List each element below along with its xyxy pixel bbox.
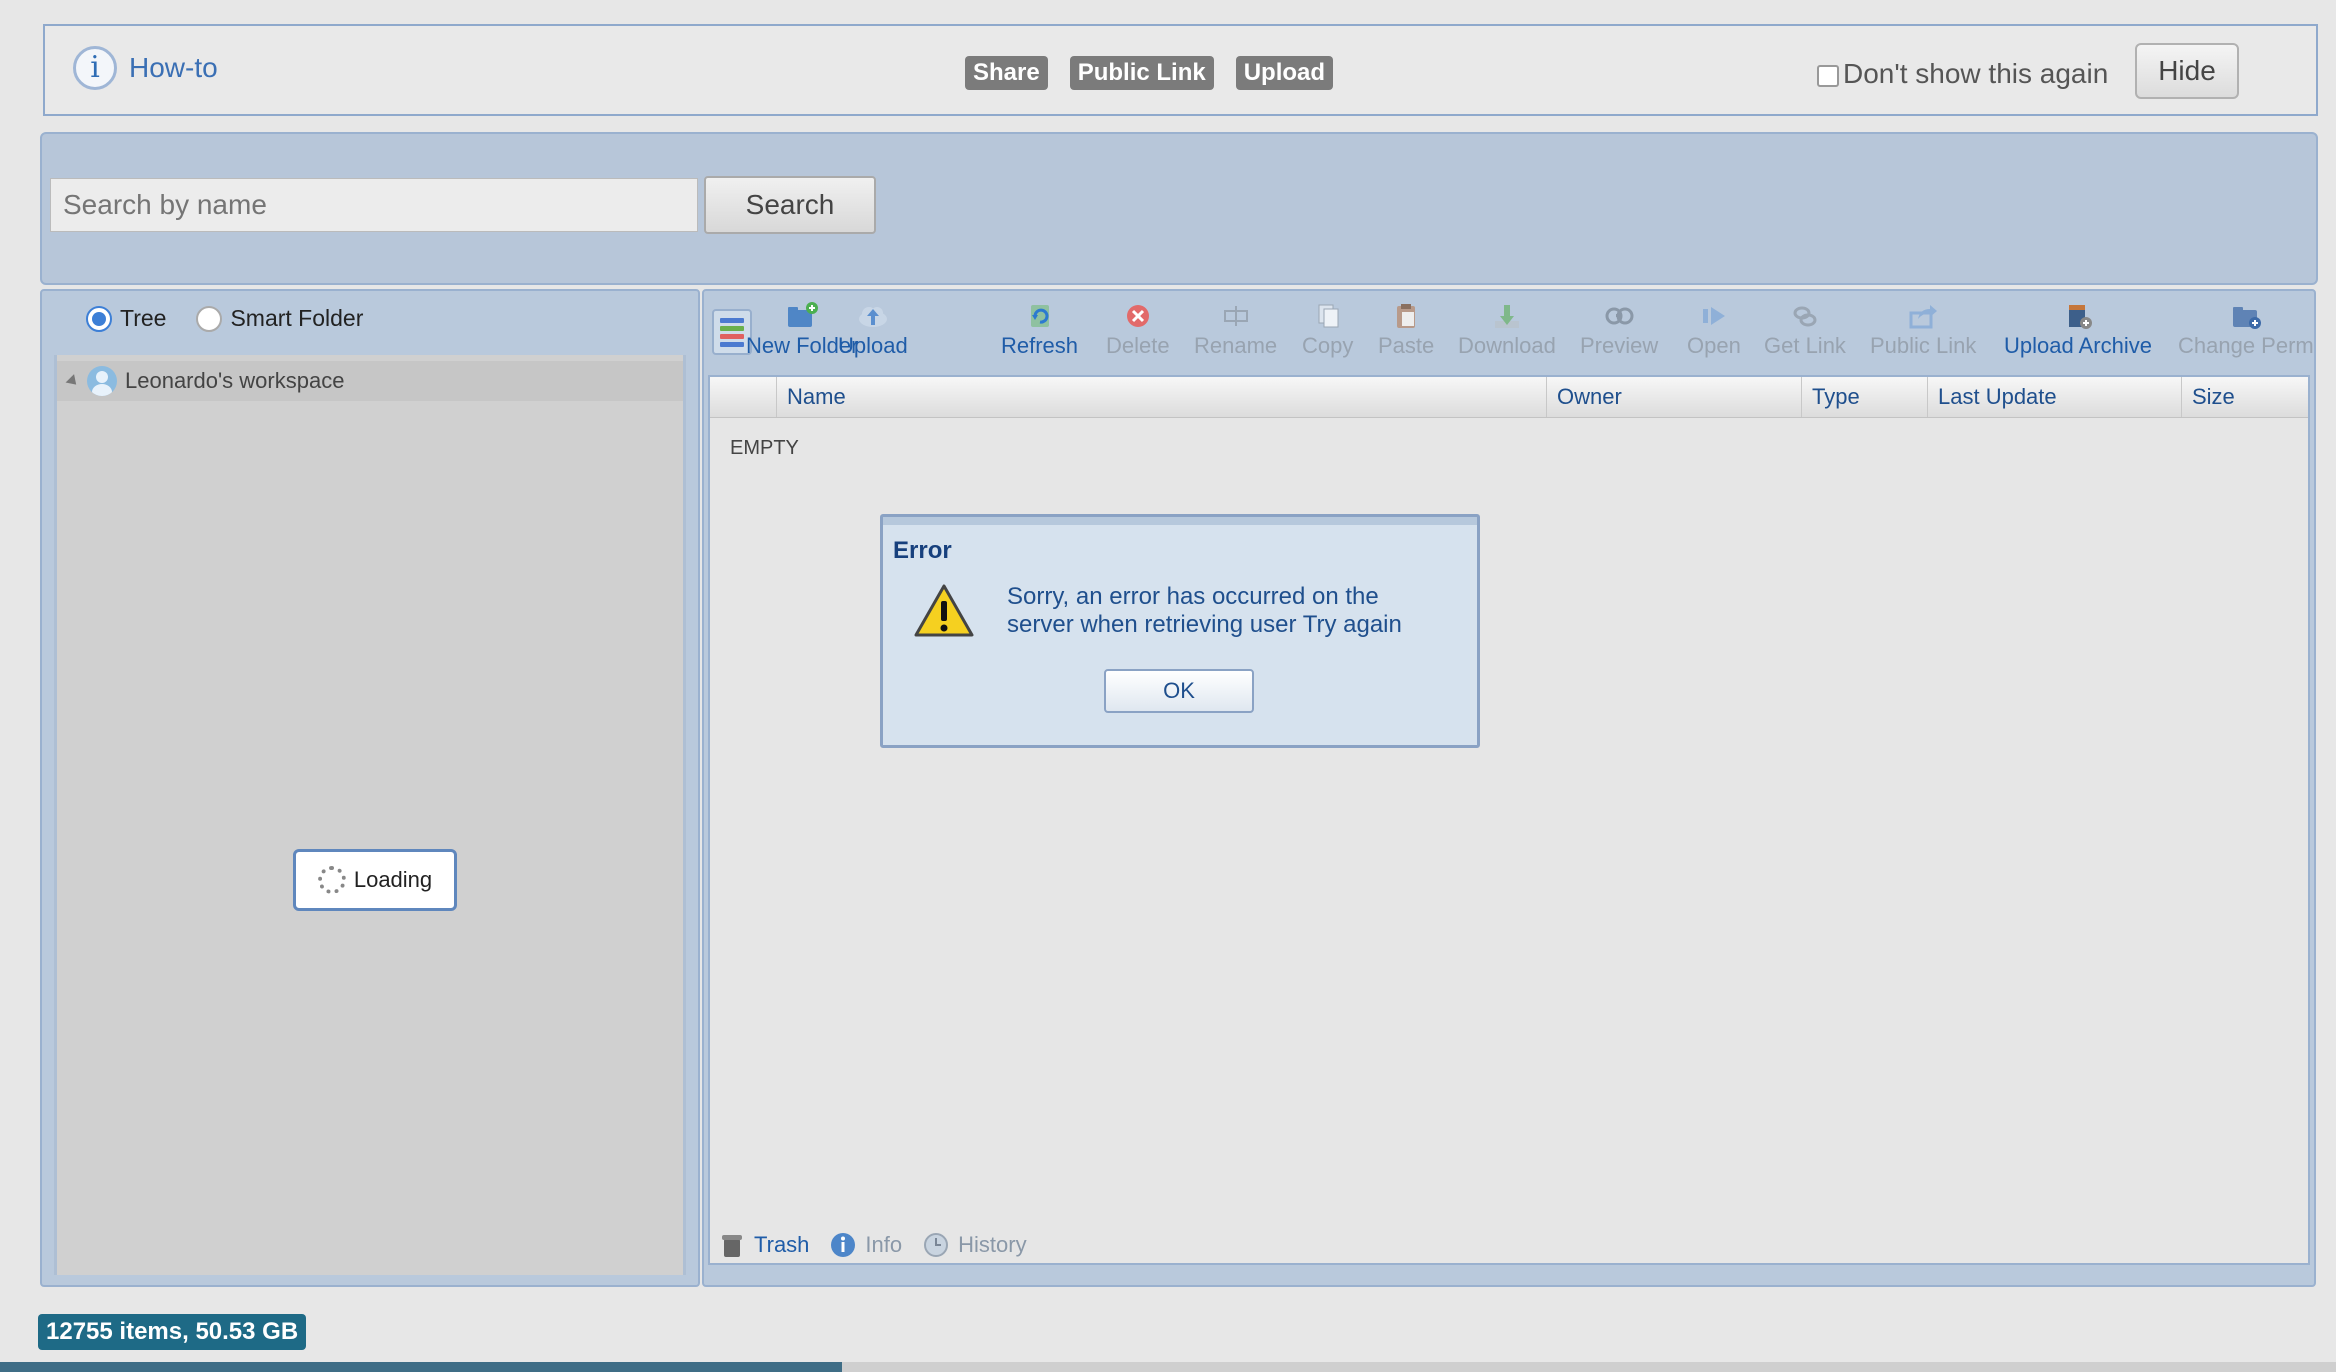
change-permissions-button[interactable]: Change Perm [2178, 301, 2314, 359]
howto-label: How-to [129, 52, 218, 83]
dialog-message: Sorry, an error has occurred on the serv… [1007, 583, 1402, 638]
ok-button[interactable]: OK [1104, 669, 1254, 713]
preview-button[interactable]: Preview [1580, 301, 1658, 359]
search-panel: Search [40, 132, 2318, 285]
howto-bar: i How-to Share Public Link Upload Don't … [43, 24, 2318, 116]
search-input[interactable] [50, 178, 698, 232]
dialog-titlebar[interactable] [883, 517, 1477, 525]
copy-button[interactable]: Copy [1302, 301, 1353, 359]
folder-tree: Leonardo's workspace Loading [54, 355, 686, 1275]
column-header-type[interactable]: Type [1801, 377, 1927, 417]
preview-icon [1605, 307, 1634, 325]
column-header-size[interactable]: Size [2181, 377, 2308, 417]
howto-link[interactable]: i How-to [73, 46, 218, 90]
download-label: Download [1458, 333, 1556, 358]
search-button[interactable]: Search [704, 176, 876, 234]
history-label: History [958, 1232, 1027, 1257]
spinner-icon [317, 866, 346, 894]
scrollbar-thumb[interactable] [0, 1362, 842, 1372]
upload-archive-button[interactable]: Upload Archive [2004, 301, 2152, 359]
expand-arrow-icon[interactable] [65, 373, 81, 389]
paste-button[interactable]: Paste [1378, 301, 1434, 359]
rename-label: Rename [1194, 333, 1278, 358]
folder-permissions-icon [2232, 307, 2261, 329]
warning-icon [914, 584, 974, 637]
dialog-title: Error [893, 537, 952, 564]
clock-icon [924, 1233, 949, 1257]
archive-icon [2068, 305, 2092, 329]
delete-icon [1126, 305, 1149, 327]
column-header-name[interactable]: Name [776, 377, 1546, 417]
copy-label: Copy [1302, 333, 1354, 358]
tutorial-badges: Share Public Link Upload [965, 56, 1334, 90]
delete-button[interactable]: Delete [1106, 301, 1170, 359]
loading-label: Loading [353, 867, 433, 892]
grid-header: Name Owner Type Last Update Size [710, 377, 2308, 418]
paste-label: Paste [1378, 333, 1435, 358]
smart-folder-radio-label: Smart Folder [230, 305, 364, 331]
rename-icon [1223, 306, 1248, 326]
download-button[interactable]: Download [1458, 301, 1556, 359]
trash-icon [722, 1235, 742, 1257]
column-header-owner[interactable]: Owner [1546, 377, 1801, 417]
public-link-badge[interactable]: Public Link [1069, 56, 1214, 90]
open-label: Open [1687, 333, 1741, 358]
file-grid: Name Owner Type Last Update Size EMPTY [708, 375, 2310, 1265]
download-icon [1494, 305, 1519, 328]
rename-button[interactable]: Rename [1194, 301, 1277, 359]
select-column-header[interactable] [710, 377, 776, 417]
tree-radio[interactable] [86, 305, 112, 332]
loading-indicator: Loading [293, 849, 457, 911]
files-toolbar: New Folder Upload Refresh Delete Rename … [704, 291, 2314, 373]
public-link-button[interactable]: Public Link [1870, 301, 1976, 359]
smart-folder-radio[interactable] [196, 305, 223, 332]
user-icon [87, 366, 117, 396]
public-link-label: Public Link [1870, 333, 1977, 358]
open-button[interactable]: Open [1687, 301, 1741, 359]
trash-label: Trash [754, 1232, 810, 1257]
dont-show-again: Don't show this again [1817, 58, 2108, 90]
column-header-last-update[interactable]: Last Update [1927, 377, 2181, 417]
refresh-button[interactable]: Refresh [1001, 301, 1078, 359]
error-dialog: Error Sorry, an error has occurred on th… [880, 514, 1480, 748]
change-permissions-label: Change Perm [2178, 333, 2314, 358]
hide-button[interactable]: Hide [2135, 43, 2239, 99]
upload-button[interactable]: Upload [838, 301, 908, 359]
get-link-button[interactable]: Get Link [1764, 301, 1846, 359]
history-tab[interactable]: History [922, 1231, 1027, 1259]
link-icon [1793, 306, 1817, 327]
share-badge[interactable]: Share [965, 56, 1048, 90]
delete-label: Delete [1106, 333, 1170, 358]
refresh-label: Refresh [1001, 333, 1079, 358]
dont-show-label: Don't show this again [1843, 58, 2109, 89]
dont-show-checkbox[interactable] [1817, 65, 1839, 87]
paste-icon [1397, 304, 1416, 328]
new-folder-icon [788, 302, 819, 327]
refresh-icon [1030, 305, 1049, 327]
trash-tab[interactable]: Trash [718, 1231, 809, 1259]
upload-archive-label: Upload Archive [2004, 333, 2152, 358]
preview-label: Preview [1580, 333, 1659, 358]
empty-message: EMPTY [730, 437, 799, 459]
copy-icon [1318, 304, 1339, 328]
info-tab[interactable]: Info [829, 1231, 902, 1259]
status-badge: 12755 items, 50.53 GB [38, 1314, 307, 1350]
bottom-tabs: Trash Info History [718, 1231, 1037, 1259]
cloud-upload-icon [858, 307, 887, 327]
share-icon [1909, 305, 1938, 329]
upload-label: Upload [838, 333, 908, 358]
tree-node-workspace[interactable]: Leonardo's workspace [57, 361, 683, 401]
get-link-label: Get Link [1764, 333, 1846, 358]
upload-badge[interactable]: Upload [1235, 56, 1334, 90]
tree-node-label: Leonardo's workspace [125, 368, 345, 393]
horizontal-scrollbar[interactable] [0, 1362, 2336, 1372]
tree-radio-label: Tree [120, 305, 167, 331]
info-label: Info [865, 1232, 903, 1257]
info-icon [831, 1233, 856, 1257]
navigation-panel: Tree Smart Folder Leonardo's workspace L… [40, 289, 700, 1287]
info-icon: i [73, 46, 117, 90]
view-mode-selector: Tree Smart Folder [86, 305, 363, 332]
files-panel: New Folder Upload Refresh Delete Rename … [702, 289, 2316, 1287]
open-icon [1702, 307, 1725, 325]
